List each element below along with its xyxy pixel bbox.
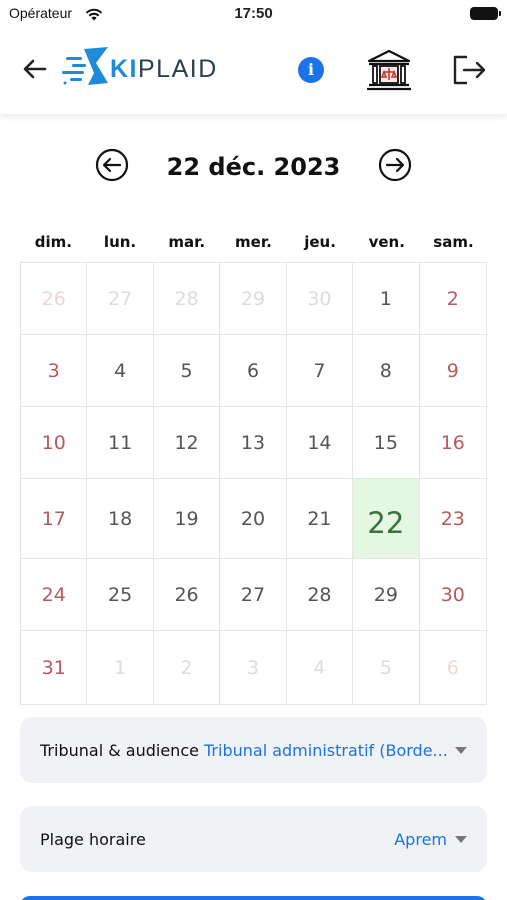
day-cell[interactable]: 2 [419, 263, 486, 335]
day-cell[interactable]: 4 [287, 631, 354, 704]
selected-day-cell[interactable]: 22 [353, 479, 420, 559]
day-cell[interactable]: 28 [153, 263, 221, 335]
day-cell[interactable]: 26 [21, 263, 88, 335]
day-cell[interactable]: 12 [153, 407, 221, 479]
logo-ki: KI [110, 55, 138, 83]
submit-button[interactable] [20, 896, 487, 900]
day-cell[interactable]: 31 [21, 631, 88, 704]
day-cell[interactable]: 26 [153, 559, 221, 631]
weekday-label: dim. [34, 233, 72, 251]
day-cell[interactable]: 5 [153, 335, 221, 407]
dropdown-caret-icon[interactable] [455, 747, 467, 754]
day-cell[interactable]: 3 [21, 335, 88, 407]
day-cell[interactable]: 29 [353, 559, 420, 631]
weekday-label: ven. [368, 233, 405, 251]
day-cell[interactable]: 9 [419, 335, 486, 407]
back-arrow-icon[interactable] [20, 54, 50, 84]
day-cell[interactable]: 15 [353, 407, 420, 479]
day-cell[interactable]: 3 [220, 631, 287, 704]
court-selector[interactable]: Tribunal & audience Tribunal administrat… [20, 717, 487, 783]
current-date-title: 22 déc. 2023 [166, 153, 341, 181]
day-cell[interactable]: 1 [87, 631, 154, 704]
day-cell[interactable]: 24 [21, 559, 88, 631]
day-cell[interactable]: 27 [87, 263, 154, 335]
day-cell[interactable]: 10 [21, 407, 88, 479]
logo-wordmark: KIPLAID [110, 55, 218, 84]
day-cell[interactable]: 30 [286, 263, 354, 335]
previous-day-icon[interactable] [95, 148, 129, 182]
day-cell[interactable]: 25 [87, 559, 154, 631]
weekday-header-row: dim. lun. mar. mer. jeu. ven. sam. [20, 233, 487, 251]
day-cell[interactable]: 28 [286, 559, 354, 631]
day-cell[interactable]: 18 [87, 479, 154, 559]
weekday-label: lun. [103, 233, 137, 251]
day-cell[interactable]: 29 [220, 263, 287, 335]
day-cell[interactable]: 2 [154, 631, 221, 704]
logout-icon[interactable] [451, 54, 487, 86]
day-cell[interactable]: 11 [87, 407, 154, 479]
status-time: 17:50 [234, 5, 273, 22]
day-cell[interactable]: 6 [220, 335, 287, 407]
kiplaid-logo: KIPLAID [62, 43, 216, 95]
time-slot-label: Plage horaire [40, 830, 146, 849]
day-cell[interactable]: 8 [353, 335, 420, 407]
day-cell[interactable]: 7 [286, 335, 354, 407]
day-cell[interactable]: 14 [286, 407, 354, 479]
info-icon[interactable]: i [298, 57, 324, 83]
logo-plaid: PLAID [138, 55, 218, 83]
court-value[interactable]: Tribunal administratif (Borde... [204, 741, 448, 760]
day-cell[interactable]: 1 [353, 263, 420, 335]
weekday-label: mer. [235, 233, 272, 251]
day-cell[interactable]: 6 [420, 631, 486, 704]
time-slot-selector[interactable]: Plage horaire Aprem [20, 806, 487, 872]
dropdown-caret-icon[interactable] [455, 836, 467, 843]
day-cell[interactable]: 13 [220, 407, 287, 479]
court-label: Tribunal & audience [40, 741, 199, 760]
weekday-label: jeu. [304, 233, 336, 251]
day-cell[interactable]: 21 [286, 479, 354, 559]
day-cell[interactable]: 23 [419, 479, 486, 559]
app-header: KIPLAID i [0, 28, 507, 114]
weekday-label: sam. [433, 233, 474, 251]
weekday-label: mar. [168, 233, 206, 251]
day-cell[interactable]: 30 [419, 559, 486, 631]
time-slot-value[interactable]: Aprem [394, 830, 447, 849]
calendar-grid: 26 27 28 29 30 1 2 3 4 5 6 7 8 9 10 11 12 13 14 15 16 17 18 19 2… [20, 262, 487, 705]
day-cell[interactable]: 19 [153, 479, 221, 559]
day-cell[interactable]: 5 [353, 631, 420, 704]
day-cell[interactable]: 4 [87, 335, 154, 407]
day-cell[interactable]: 17 [21, 479, 88, 559]
day-cell[interactable]: 16 [419, 407, 486, 479]
day-cell[interactable]: 20 [220, 479, 287, 559]
next-day-icon[interactable] [378, 148, 412, 182]
status-bar: Opérateur 17:50 [0, 0, 507, 28]
day-cell[interactable]: 27 [220, 559, 287, 631]
courthouse-icon[interactable] [366, 48, 412, 92]
battery-icon [470, 7, 501, 20]
